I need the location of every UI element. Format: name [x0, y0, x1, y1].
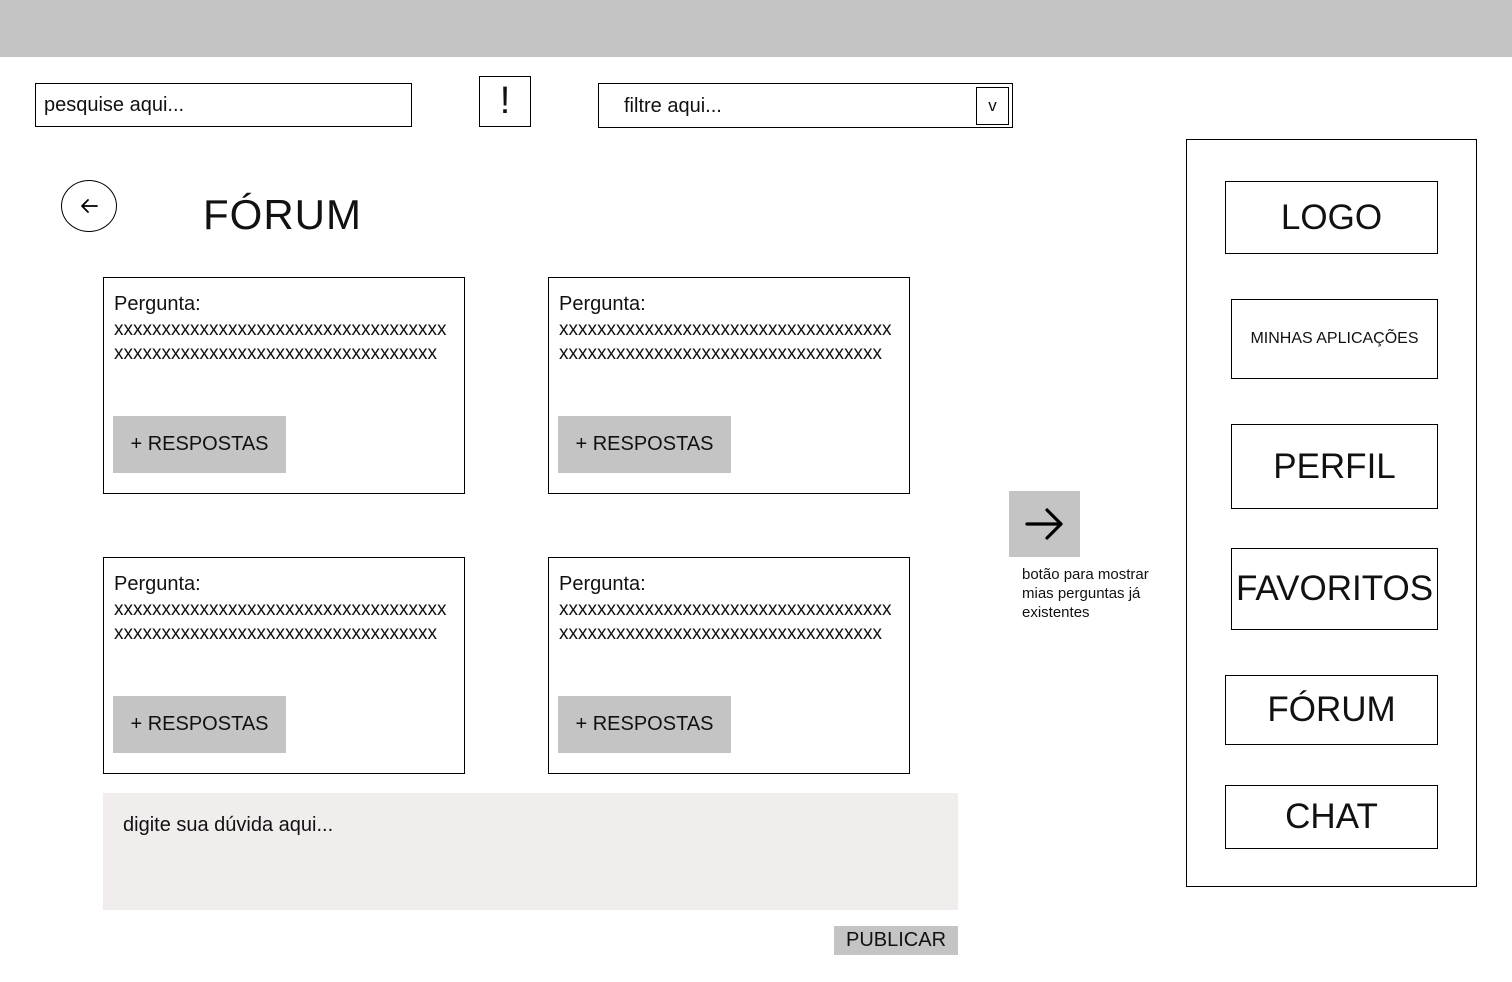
question-card: Pergunta: xxxxxxxxxxxxxxxxxxxxxxxxxxxxxx… [103, 557, 465, 774]
question-label: Pergunta: [114, 573, 201, 595]
alert-button[interactable]: ! [479, 76, 531, 127]
question-text: xxxxxxxxxxxxxxxxxxxxxxxxxxxxxxxxxxxxxxxx… [559, 599, 892, 644]
question-placeholder: digite sua dúvida aqui... [123, 814, 334, 836]
question-card: Pergunta: xxxxxxxxxxxxxxxxxxxxxxxxxxxxxx… [548, 557, 910, 774]
back-button[interactable] [61, 180, 117, 232]
sidebar-item-favoritos[interactable]: FAVORITOS [1231, 548, 1438, 630]
question-text: xxxxxxxxxxxxxxxxxxxxxxxxxxxxxxxxxxxxxxxx… [114, 319, 447, 364]
question-card: Pergunta: xxxxxxxxxxxxxxxxxxxxxxxxxxxxxx… [103, 277, 465, 494]
publish-button[interactable]: PUBLICAR [834, 926, 958, 955]
sidebar-item-chat[interactable]: CHAT [1225, 785, 1438, 849]
question-textarea[interactable]: digite sua dúvida aqui... [103, 793, 958, 910]
answers-button[interactable]: + RESPOSTAS [558, 416, 731, 473]
filter-select[interactable]: filtre aqui... v [598, 83, 1013, 128]
dropdown-toggle[interactable]: v [976, 87, 1009, 125]
sidebar-item-label: FAVORITOS [1235, 569, 1434, 608]
sidebar-item-label: MINHAS APLICAÇÕES [1250, 330, 1419, 347]
sidebar-item-label: FÓRUM [1267, 690, 1396, 729]
arrow-right-icon [1024, 508, 1063, 540]
search-placeholder: pesquise aqui... [44, 93, 185, 116]
next-questions-button[interactable] [1009, 491, 1080, 557]
sidebar-item-perfil[interactable]: PERFIL [1231, 424, 1438, 509]
question-text: xxxxxxxxxxxxxxxxxxxxxxxxxxxxxxxxxxxxxxxx… [559, 319, 892, 364]
sidebar-item-label: LOGO [1280, 197, 1383, 237]
sidebar-item-label: CHAT [1285, 797, 1378, 836]
answers-button[interactable]: + RESPOSTAS [558, 696, 731, 753]
filter-placeholder: filtre aqui... [624, 95, 722, 117]
question-card: Pergunta: xxxxxxxxxxxxxxxxxxxxxxxxxxxxxx… [548, 277, 910, 494]
next-button-caption: botão para mostrar mias perguntas já exi… [1022, 566, 1149, 621]
sidebar-item-minhas-aplicacoes[interactable]: MINHAS APLICAÇÕES [1231, 299, 1438, 379]
arrow-left-icon [81, 199, 98, 213]
answers-button[interactable]: + RESPOSTAS [113, 696, 286, 753]
sidebar-item-forum[interactable]: FÓRUM [1225, 675, 1438, 745]
sidebar-item-label: PERFIL [1273, 446, 1396, 486]
question-label: Pergunta: [114, 293, 201, 315]
answers-button[interactable]: + RESPOSTAS [113, 416, 286, 473]
question-label: Pergunta: [559, 293, 646, 315]
sidebar-logo[interactable]: LOGO [1225, 181, 1438, 254]
top-bar [0, 0, 1512, 57]
exclamation-icon: ! [499, 80, 511, 122]
question-label: Pergunta: [559, 573, 646, 595]
question-text: xxxxxxxxxxxxxxxxxxxxxxxxxxxxxxxxxxxxxxxx… [114, 599, 447, 644]
sidebar: LOGO MINHAS APLICAÇÕES PERFIL FAVORITOS … [1186, 139, 1477, 887]
page-title: FÓRUM [203, 191, 362, 238]
search-input[interactable]: pesquise aqui... [35, 83, 412, 127]
